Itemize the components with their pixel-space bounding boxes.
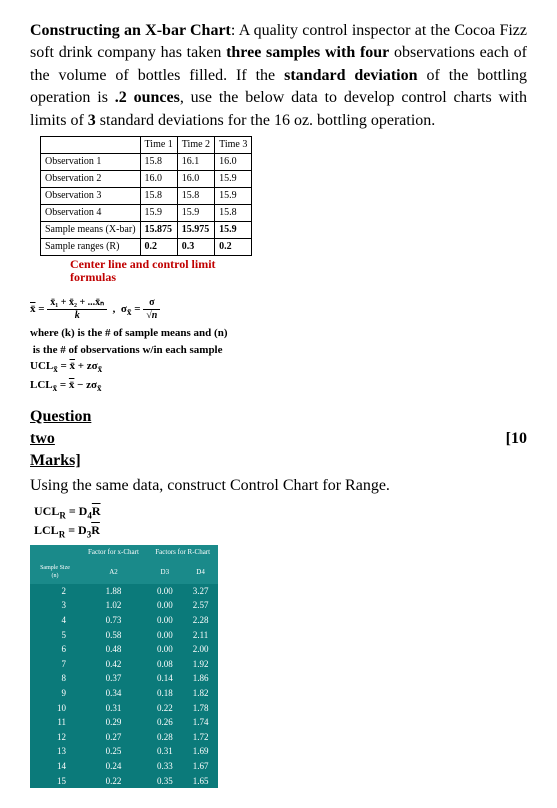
factors-header [30,545,80,561]
centerline-label: Center line and control limit formulas [70,258,527,284]
where-text: where (k) is the # of sample means and (… [30,325,527,395]
factors-header: Sample Size (n) [30,561,80,584]
table-row: Sample means (X-bar) 15.875 15.975 15.9 [41,221,252,238]
table-row: Observation 3 15.8 15.8 15.9 [41,187,252,204]
table-header: Time 1 [140,136,177,153]
table-row: 120.270.281.72 [30,730,218,745]
table-header: Time 3 [215,136,252,153]
question-text: Using the same data, construct Control C… [30,475,527,497]
table-row: Observation 4 15.9 15.9 15.8 [41,204,252,221]
mean-formula: x̄ = x̄₁ + x̄₂ + ...x̄ₙk , σx̄ = σ√n [30,298,527,321]
table-row: 80.370.141.86 [30,671,218,686]
table-row: 100.310.221.78 [30,701,218,716]
table-row: Observation 2 16.0 16.0 15.9 [41,170,252,187]
factors-table: Factor for x-Chart Factors for R-Chart S… [30,545,218,788]
table-row: 31.020.002.57 [30,598,218,613]
factors-header: Factor for x-Chart [80,545,147,561]
marks-label: Marks] [30,450,527,472]
table-row: 140.240.331.67 [30,759,218,774]
table-row: 40.730.002.28 [30,613,218,628]
table-row: 150.220.351.65 [30,774,218,789]
table-row: Sample ranges (R) 0.2 0.3 0.2 [41,238,252,255]
table-header: Time 2 [177,136,214,153]
table-header [41,136,141,153]
table-row: 130.250.311.69 [30,744,218,759]
question-two-marks: two [10 [30,428,527,450]
factors-header: A2 [80,561,147,584]
factors-header: Factors for R-Chart [147,545,219,561]
question-heading: Question [30,406,527,428]
factors-header: D3 [147,561,183,584]
table-row: 60.480.002.00 [30,642,218,657]
table-row: 70.420.081.92 [30,657,218,672]
intro-paragraph: Constructing an X-bar Chart: A quality c… [30,20,527,132]
range-formulas: UCLR = D4R LCLR = D3R [34,503,527,541]
factors-header: D4 [183,561,219,584]
table-row: 21.880.003.27 [30,584,218,599]
observations-table: Time 1 Time 2 Time 3 Observation 1 15.8 … [40,136,252,256]
table-row: 50.580.002.11 [30,628,218,643]
table-row: 110.290.261.74 [30,715,218,730]
table-row: 90.340.181.82 [30,686,218,701]
table-row: Observation 1 15.8 16.1 16.0 [41,153,252,170]
